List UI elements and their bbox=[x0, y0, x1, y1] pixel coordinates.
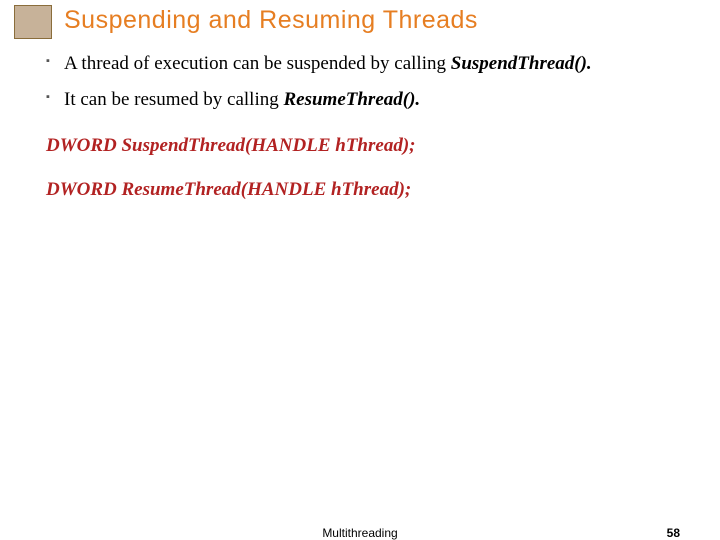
slide-title: Suspending and Resuming Threads bbox=[64, 6, 478, 35]
function-signature-resume: DWORD ResumeThread(HANDLE hThread); bbox=[46, 179, 674, 201]
bullet-emphasis: SuspendThread(). bbox=[451, 53, 592, 74]
title-bar: Suspending and Resuming Threads bbox=[0, 0, 720, 40]
function-signature-suspend: DWORD SuspendThread(HANDLE hThread); bbox=[46, 135, 674, 157]
title-decoration-block bbox=[14, 5, 52, 39]
bullet-item: It can be resumed by calling ResumeThrea… bbox=[46, 86, 674, 114]
bullet-list: A thread of execution can be suspended b… bbox=[46, 50, 674, 113]
bullet-text: It can be resumed by calling bbox=[64, 89, 283, 110]
page-number: 58 bbox=[667, 526, 680, 540]
bullet-text: A thread of execution can be suspended b… bbox=[64, 53, 451, 74]
bullet-emphasis: ResumeThread(). bbox=[283, 89, 420, 110]
bullet-item: A thread of execution can be suspended b… bbox=[46, 50, 674, 78]
slide-content: A thread of execution can be suspended b… bbox=[0, 40, 720, 201]
footer-topic: Multithreading bbox=[0, 526, 720, 540]
